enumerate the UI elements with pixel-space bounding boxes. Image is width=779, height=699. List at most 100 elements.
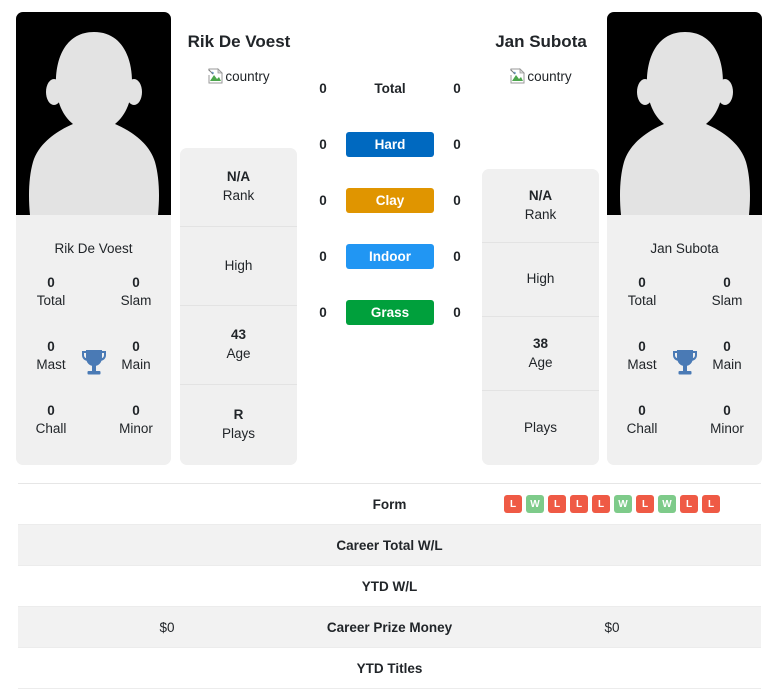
row-left-value: $0 bbox=[159, 619, 175, 635]
info-value: N/A bbox=[226, 169, 251, 185]
title-value: 0 bbox=[47, 403, 55, 418]
titles-row: 0 Mast 0 Main bbox=[20, 338, 167, 402]
title-stat: 0 Main bbox=[696, 338, 758, 374]
table-row-ytd-titles: YTD Titles bbox=[18, 648, 761, 689]
info-segment-age: 43 Age bbox=[180, 306, 297, 385]
title-stat: 0 Chall bbox=[20, 402, 82, 438]
surface-left-value: 0 bbox=[319, 248, 327, 264]
title-label: Mast bbox=[627, 357, 657, 373]
info-segment-rank: N/A Rank bbox=[180, 148, 297, 227]
surface-label-grass[interactable]: Grass bbox=[346, 299, 434, 325]
broken-image-icon bbox=[510, 68, 526, 84]
form-badge: W bbox=[614, 495, 632, 513]
form-badge: L bbox=[636, 495, 654, 513]
player-photo-right bbox=[607, 12, 762, 215]
info-label: Plays bbox=[523, 419, 557, 435]
country-alt-text: country bbox=[225, 68, 270, 84]
player-info-card-left: N/A Rank High 43 Age R Plays bbox=[180, 148, 297, 465]
info-label: Age bbox=[226, 346, 251, 361]
form-badge: W bbox=[526, 495, 544, 513]
info-value: 43 bbox=[230, 327, 247, 343]
row-right-value: LWLLLWLWLL bbox=[463, 495, 761, 513]
surface-label-hard[interactable]: Hard bbox=[346, 131, 434, 157]
avatar-silhouette-icon bbox=[28, 32, 159, 215]
surface-left-value: 0 bbox=[319, 80, 327, 96]
row-label: YTD W/L bbox=[361, 578, 418, 594]
comparison-stats-table: Form LWLLLWLWLL Career Total W/L YTD W/L… bbox=[18, 483, 761, 689]
form-badge: L bbox=[702, 495, 720, 513]
title-value: 0 bbox=[132, 403, 140, 418]
title-label: Mast bbox=[36, 357, 66, 373]
table-row-form: Form LWLLLWLWLL bbox=[18, 484, 761, 525]
surface-right-value: 0 bbox=[453, 80, 461, 96]
player-photo-caption-left: Rik De Voest bbox=[54, 241, 133, 256]
title-stat: 0 Slam bbox=[105, 274, 167, 310]
player-country-left: country bbox=[179, 68, 299, 84]
player-name-right: Jan Subota bbox=[495, 32, 587, 51]
title-value: 0 bbox=[132, 339, 140, 354]
surface-left-value: 0 bbox=[319, 192, 327, 208]
info-value: N/A bbox=[528, 187, 553, 203]
info-label: Age bbox=[528, 354, 553, 370]
info-segment-plays: Plays bbox=[482, 391, 599, 465]
row-label: Career Prize Money bbox=[326, 619, 453, 635]
player-header-right: Jan Subota country bbox=[481, 32, 601, 84]
form-badge: L bbox=[680, 495, 698, 513]
title-stat: 0 Minor bbox=[105, 402, 167, 438]
surface-row-total: 0 Total 0 bbox=[300, 60, 480, 116]
form-badge: L bbox=[592, 495, 610, 513]
table-row-career-total-wl: Career Total W/L bbox=[18, 525, 761, 566]
title-label: Slam bbox=[120, 293, 152, 309]
title-label: Total bbox=[627, 293, 657, 309]
info-value: R bbox=[233, 406, 244, 422]
title-stat: 0 Slam bbox=[696, 274, 758, 310]
surface-row-hard: 0 Hard 0 bbox=[300, 116, 480, 172]
row-label: Form bbox=[372, 496, 407, 512]
title-stat: 0 Minor bbox=[696, 402, 758, 438]
title-stat: 0 Mast bbox=[20, 338, 82, 374]
title-label: Chall bbox=[626, 421, 658, 437]
titles-grid-left: 0 Total 0 Slam 0 Mast 0 Main 0 Chall 0 M… bbox=[16, 274, 171, 465]
surface-right-value: 0 bbox=[453, 304, 461, 320]
title-label: Main bbox=[121, 357, 151, 373]
player-header-left: Rik De Voest country bbox=[179, 32, 299, 84]
surface-label-clay[interactable]: Clay bbox=[346, 187, 434, 213]
surface-row-grass: 0 Grass 0 bbox=[300, 284, 480, 340]
player-photo-left bbox=[16, 12, 171, 215]
info-segment-high: High bbox=[180, 227, 297, 306]
titles-row: 0 Mast 0 Main bbox=[611, 338, 758, 402]
info-label: High bbox=[224, 257, 253, 273]
titles-grid-right: 0 Total 0 Slam 0 Mast 0 Main 0 Chall 0 M… bbox=[607, 274, 762, 465]
title-label: Chall bbox=[35, 421, 67, 437]
broken-image-icon bbox=[208, 68, 224, 84]
player-photo-caption-right: Jan Subota bbox=[650, 241, 719, 256]
table-row-career-prize-money: $0 Career Prize Money $0 bbox=[18, 607, 761, 648]
row-label: Career Total W/L bbox=[336, 537, 443, 553]
title-value: 0 bbox=[723, 403, 731, 418]
title-value: 0 bbox=[638, 403, 646, 418]
form-badge: W bbox=[658, 495, 676, 513]
player-country-right: country bbox=[481, 68, 601, 84]
trophy-icon bbox=[81, 350, 106, 375]
player-name-left: Rik De Voest bbox=[187, 32, 291, 51]
title-value: 0 bbox=[47, 339, 55, 354]
info-segment-rank: N/A Rank bbox=[482, 169, 599, 243]
title-label: Total bbox=[36, 293, 66, 309]
title-label: Minor bbox=[119, 421, 153, 437]
surface-right-value: 0 bbox=[453, 192, 461, 208]
info-label: Rank bbox=[524, 206, 557, 222]
title-value: 0 bbox=[723, 339, 731, 354]
info-label: Plays bbox=[221, 425, 255, 441]
surface-label-total[interactable]: Total bbox=[346, 76, 434, 101]
surface-left-value: 0 bbox=[319, 304, 327, 320]
info-label: Rank bbox=[222, 188, 255, 203]
title-stat: 0 Mast bbox=[611, 338, 673, 374]
surface-label-indoor[interactable]: Indoor bbox=[346, 243, 434, 269]
row-label: YTD Titles bbox=[356, 660, 423, 676]
table-row-ytd-wl: YTD W/L bbox=[18, 566, 761, 607]
player-info-card-right: N/A Rank High 38 Age Plays bbox=[482, 169, 599, 465]
title-value: 0 bbox=[132, 275, 140, 290]
player-photo-card-left: Rik De Voest 0 Total 0 Slam 0 Mast 0 Mai… bbox=[16, 12, 171, 465]
titles-row: 0 Total 0 Slam bbox=[611, 274, 758, 338]
title-value: 0 bbox=[638, 339, 646, 354]
